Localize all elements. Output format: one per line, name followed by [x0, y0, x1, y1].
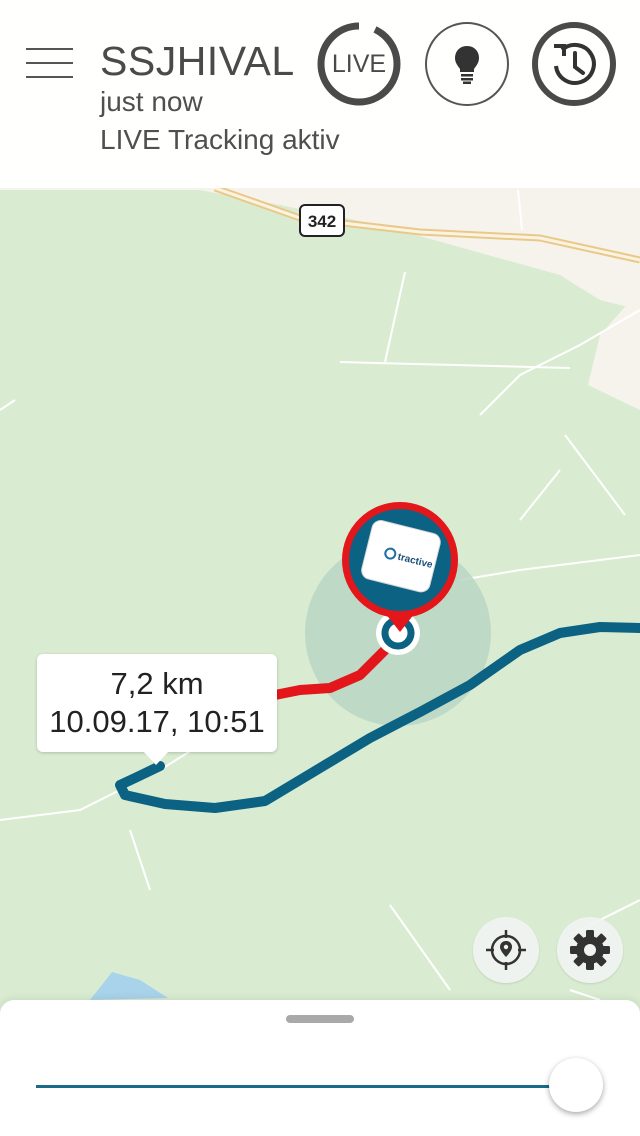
history-button[interactable]	[532, 22, 616, 106]
tracking-status-text: LIVE Tracking aktiv	[100, 124, 340, 155]
top-bar: SSJHIVAL just now LIVE Tracking aktiv LI…	[0, 0, 640, 188]
locate-button[interactable]	[473, 917, 539, 983]
road-shield: 342	[299, 204, 345, 237]
light-button[interactable]	[425, 22, 509, 106]
track-info-bubble[interactable]: 7,2 km 10.09.17, 10:51	[37, 654, 277, 765]
last-update-text: just now	[100, 86, 203, 117]
lightbulb-icon	[455, 46, 479, 84]
distance-text: 7,2 km	[110, 666, 204, 701]
live-button-label: LIVE	[331, 50, 387, 78]
live-button[interactable]: LIVE	[317, 22, 401, 106]
hamburger-menu-icon[interactable]	[26, 48, 74, 80]
history-clock-icon	[554, 42, 596, 85]
gear-icon	[570, 930, 610, 970]
bubble-tail	[143, 751, 169, 765]
timeline-sheet	[0, 1000, 640, 1136]
road-shield-label: 342	[308, 212, 336, 231]
timeline-slider-thumb[interactable]	[549, 1058, 603, 1112]
sheet-grabber[interactable]	[286, 1015, 354, 1023]
tracker-name: SSJHIVAL	[100, 38, 295, 84]
settings-button[interactable]	[557, 917, 623, 983]
timeline-slider-track[interactable]	[36, 1085, 576, 1088]
locate-target-icon	[486, 930, 526, 970]
timestamp-text: 10.09.17, 10:51	[49, 704, 265, 739]
